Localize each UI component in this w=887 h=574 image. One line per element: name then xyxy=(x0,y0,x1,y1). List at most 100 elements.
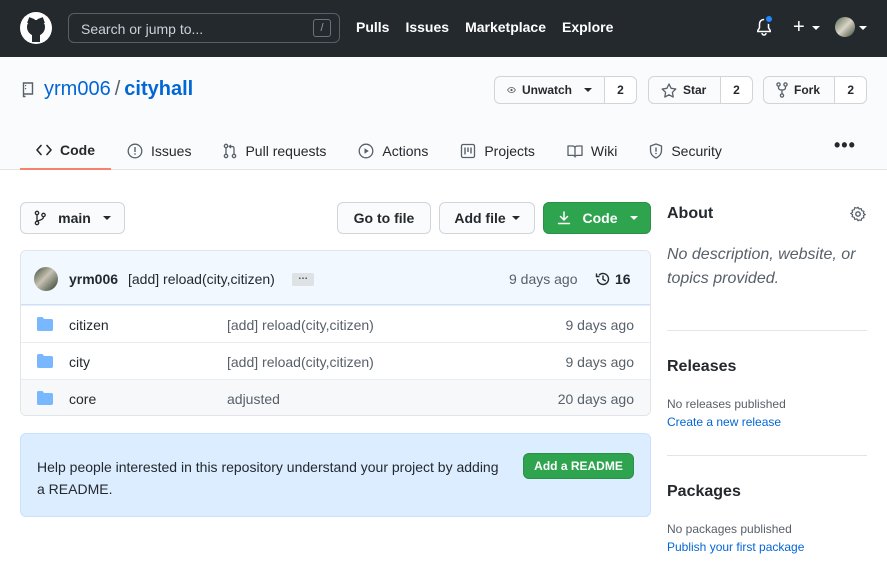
tab-actions[interactable]: Actions xyxy=(342,131,444,170)
tab-pull-requests-label: Pull requests xyxy=(245,142,327,159)
go-to-file-button[interactable]: Go to file xyxy=(337,202,431,234)
search-input[interactable]: Search or jump to... / xyxy=(68,13,340,43)
watch-count[interactable]: 2 xyxy=(605,77,636,103)
nav-marketplace[interactable]: Marketplace xyxy=(465,19,546,35)
tab-projects[interactable]: Projects xyxy=(444,131,551,170)
file-commit-message[interactable]: adjusted xyxy=(227,391,280,407)
folder-icon xyxy=(37,391,53,405)
releases-empty-text: No releases published xyxy=(667,397,786,411)
repo-header: yrm006/cityhall Unwatch 2 Star 2 Fork 2 … xyxy=(0,57,887,170)
tab-projects-label: Projects xyxy=(484,142,535,159)
releases-heading[interactable]: Releases xyxy=(667,358,736,376)
notification-indicator xyxy=(764,14,774,24)
branch-caret-icon xyxy=(102,216,111,220)
create-caret-icon[interactable] xyxy=(812,26,820,30)
about-heading: About xyxy=(667,205,714,222)
file-name[interactable]: citizen xyxy=(69,317,109,333)
publish-package-link[interactable]: Publish your first package xyxy=(667,540,804,554)
packages-empty-text: No packages published xyxy=(667,522,792,536)
table-row[interactable]: core adjusted 20 days ago xyxy=(21,379,650,415)
shield-icon xyxy=(650,142,663,159)
file-commit-time: 9 days ago xyxy=(565,354,635,370)
repo-title: yrm006/cityhall xyxy=(44,78,193,101)
table-row[interactable]: city [add] reload(city,citizen) 9 days a… xyxy=(21,342,650,379)
tab-code[interactable]: Code xyxy=(20,131,111,170)
github-logo-icon[interactable] xyxy=(20,12,52,44)
play-icon xyxy=(358,143,374,158)
code-caret-icon xyxy=(629,216,638,220)
pull-request-icon xyxy=(224,143,237,158)
create-new-icon[interactable]: + xyxy=(793,17,805,37)
sidebar-divider xyxy=(667,330,867,331)
add-file-label: Add file xyxy=(454,210,506,226)
gear-icon[interactable] xyxy=(850,206,866,222)
file-commit-message[interactable]: [add] reload(city,citizen) xyxy=(227,317,374,333)
download-icon xyxy=(557,211,570,225)
fork-count[interactable]: 2 xyxy=(835,77,866,103)
tab-security-label: Security xyxy=(671,142,722,159)
file-commit-time: 20 days ago xyxy=(557,391,634,407)
issue-icon xyxy=(127,143,143,158)
tab-code-label: Code xyxy=(60,141,95,158)
commit-time[interactable]: 9 days ago xyxy=(509,271,578,287)
commit-count[interactable]: 16 xyxy=(615,271,631,287)
code-icon xyxy=(36,144,52,155)
about-description: No description, website, or topics provi… xyxy=(667,246,856,287)
table-row[interactable]: citizen [add] reload(city,citizen) 9 day… xyxy=(21,305,650,342)
search-shortcut-hint: / xyxy=(313,19,331,37)
tab-pull-requests[interactable]: Pull requests xyxy=(207,131,342,170)
sidebar-divider xyxy=(667,455,867,456)
star-button[interactable]: Star xyxy=(649,77,721,103)
commit-message[interactable]: [add] reload(city,citizen) xyxy=(128,271,275,287)
folder-icon xyxy=(37,317,53,331)
book-icon xyxy=(567,144,583,158)
tab-wiki[interactable]: Wiki xyxy=(551,131,633,170)
file-name[interactable]: core xyxy=(69,391,96,407)
history-icon xyxy=(595,272,610,286)
branch-name: main xyxy=(58,210,91,226)
fork-label: Fork xyxy=(794,83,821,97)
repo-separator: / xyxy=(114,78,121,100)
star-icon xyxy=(661,82,677,98)
star-button-group: Star 2 xyxy=(648,76,753,104)
tab-issues-label: Issues xyxy=(151,142,192,159)
add-readme-button[interactable]: Add a README xyxy=(523,453,634,479)
repo-name-link[interactable]: cityhall xyxy=(124,78,193,100)
commit-author-avatar[interactable] xyxy=(34,267,58,291)
code-download-button[interactable]: Code xyxy=(543,202,651,234)
user-menu-caret-icon[interactable] xyxy=(859,26,867,30)
file-name[interactable]: city xyxy=(69,354,90,370)
more-tabs-button[interactable]: ••• xyxy=(834,135,856,156)
commit-expand-button[interactable]: … xyxy=(292,272,314,286)
repo-owner-link[interactable]: yrm006 xyxy=(44,78,111,100)
top-navbar: Search or jump to... / Pulls Issues Mark… xyxy=(0,0,887,57)
nav-issues[interactable]: Issues xyxy=(405,19,449,35)
nav-pulls[interactable]: Pulls xyxy=(356,19,389,35)
star-count[interactable]: 2 xyxy=(721,77,752,103)
file-browser: yrm006 [add] reload(city,citizen) … 9 da… xyxy=(20,250,651,416)
unwatch-button[interactable]: Unwatch xyxy=(495,77,605,103)
watch-caret-icon xyxy=(584,88,592,92)
global-nav: Pulls Issues Marketplace Explore xyxy=(356,19,613,35)
add-file-button[interactable]: Add file xyxy=(439,202,535,234)
unwatch-label: Unwatch xyxy=(521,83,572,97)
branch-select-button[interactable]: main xyxy=(20,202,125,234)
fork-button-group: Fork 2 xyxy=(763,76,867,104)
readme-prompt-text: Help people interested in this repositor… xyxy=(37,459,499,497)
user-avatar[interactable] xyxy=(835,17,855,37)
packages-heading[interactable]: Packages xyxy=(667,483,741,501)
create-release-link[interactable]: Create a new release xyxy=(667,415,781,429)
tab-issues[interactable]: Issues xyxy=(111,131,207,170)
commit-author[interactable]: yrm006 xyxy=(69,271,118,287)
repo-tabs: Code Issues Pull requests Actions Projec… xyxy=(20,131,738,170)
fork-button[interactable]: Fork xyxy=(764,77,836,103)
nav-explore[interactable]: Explore xyxy=(562,19,613,35)
file-commit-message[interactable]: [add] reload(city,citizen) xyxy=(227,354,374,370)
readme-prompt: Help people interested in this repositor… xyxy=(20,433,651,517)
search-placeholder: Search or jump to... xyxy=(81,21,204,37)
fork-icon xyxy=(776,82,788,98)
tab-actions-label: Actions xyxy=(382,142,429,159)
branch-icon xyxy=(34,210,47,226)
add-file-caret-icon xyxy=(511,216,520,220)
tab-security[interactable]: Security xyxy=(633,131,738,170)
